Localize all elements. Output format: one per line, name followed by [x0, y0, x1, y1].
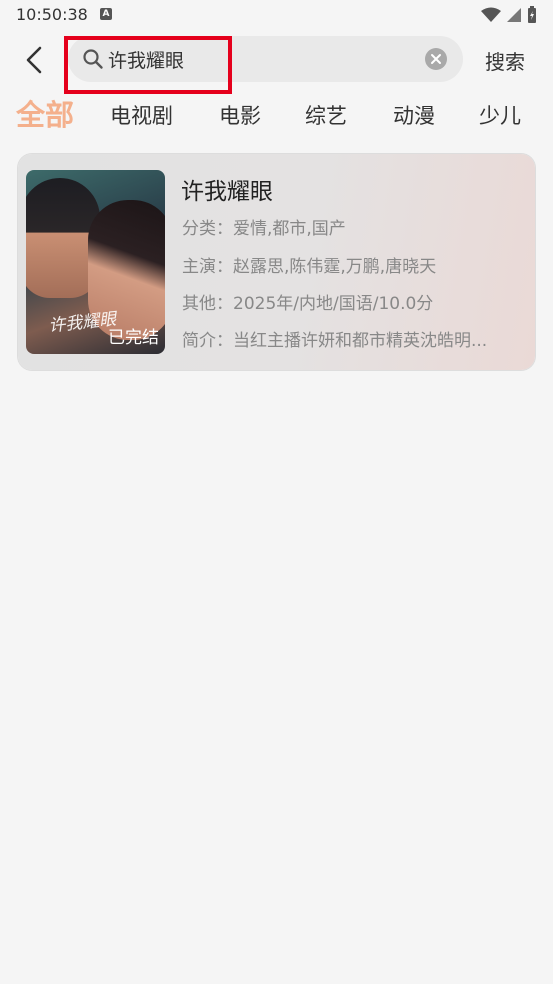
tab-anime[interactable]: 动漫 — [393, 100, 435, 130]
category-value: 爱情,都市,国产 — [233, 219, 346, 239]
status-icons — [481, 6, 537, 24]
search-icon — [83, 49, 103, 69]
wifi-icon — [481, 7, 501, 22]
result-card[interactable]: 许我耀眼 已完结 许我耀眼 分类：爱情,都市,国产 主演：赵露思,陈伟霆,万鹏,… — [18, 154, 535, 370]
cast-row: 主演：赵露思,陈伟霆,万鹏,唐晓天 — [182, 252, 522, 277]
category-tabs: 全部 电视剧 电影 综艺 动漫 少儿 — [0, 92, 553, 136]
cast-label: 主演： — [182, 257, 233, 277]
tab-all[interactable]: 全部 — [16, 92, 74, 134]
search-input[interactable] — [108, 45, 408, 73]
poster-image: 许我耀眼 已完结 — [26, 170, 165, 354]
battery-icon — [528, 6, 536, 23]
close-icon — [431, 54, 441, 64]
notification-icon: A — [100, 8, 112, 20]
back-button[interactable] — [18, 40, 50, 80]
tab-tv-series[interactable]: 电视剧 — [110, 100, 173, 130]
search-button[interactable]: 搜索 — [485, 46, 525, 75]
tab-kids[interactable]: 少儿 — [479, 100, 521, 130]
clear-search-button[interactable] — [425, 48, 447, 70]
tab-variety[interactable]: 综艺 — [305, 100, 347, 130]
chevron-left-icon — [26, 46, 42, 74]
status-time: 10:50:38 — [16, 5, 88, 24]
intro-value: 当红主播许妍和都市精英沈皓明... — [233, 331, 488, 351]
cast-value: 赵露思,陈伟霆,万鹏,唐晓天 — [233, 257, 437, 277]
category-label: 分类： — [182, 219, 233, 239]
tab-movies[interactable]: 电影 — [219, 100, 261, 130]
status-bar: 10:50:38 A — [0, 0, 553, 32]
other-row: 其他：2025年/内地/国语/10.0分 — [182, 289, 522, 314]
other-value: 2025年/内地/国语/10.0分 — [233, 294, 434, 314]
search-box[interactable] — [68, 36, 463, 82]
result-title: 许我耀眼 — [181, 179, 273, 205]
intro-row: 简介：当红主播许妍和都市精英沈皓明... — [182, 326, 522, 351]
status-badge: 已完结 — [108, 328, 159, 348]
signal-icon — [507, 8, 521, 22]
other-label: 其他： — [182, 294, 233, 314]
intro-label: 简介： — [182, 331, 233, 351]
category-row: 分类：爱情,都市,国产 — [182, 214, 522, 239]
